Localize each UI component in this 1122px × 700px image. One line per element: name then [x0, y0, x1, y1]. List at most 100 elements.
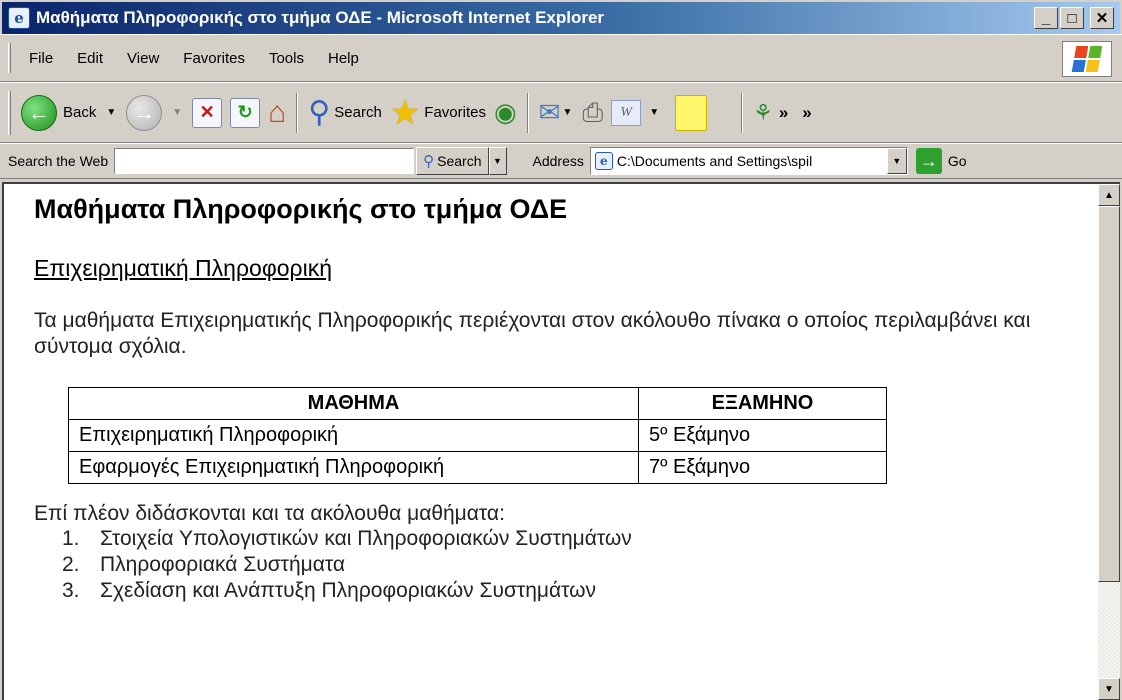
messenger-button[interactable]: ⚘ »: [749, 90, 792, 136]
go-label: Go: [947, 153, 967, 169]
toolbar-overflow-chevron-right[interactable]: »: [802, 103, 811, 123]
mail-icon: ✉: [538, 97, 561, 127]
refresh-button[interactable]: ↻: [226, 90, 264, 136]
window-title: Μαθήματα Πληροφορικής στο τμήμα ΟΔΕ - Mi…: [36, 8, 605, 27]
media-icon: ◉: [493, 97, 517, 127]
list-item-number: 3.: [62, 579, 80, 602]
toolbar-separator: [741, 92, 744, 133]
search-small-icon: ⚲: [423, 153, 435, 170]
forward-arrow-icon: →: [126, 94, 163, 131]
search-icon: ⚲: [308, 96, 331, 129]
courses-list: 1. Στοιχεία Υπολογιστικών και Πληροφορια…: [62, 526, 1084, 605]
list-item-text: Σχεδίαση και Ανάπτυξη Πληροφοριακών Συστ…: [100, 579, 597, 602]
scroll-thumb[interactable]: [1098, 206, 1120, 582]
courses-table: ΜΑΘΗΜΑ ΕΞΑΜΗΝΟ Επιχειρηματική Πληροφορικ…: [68, 386, 887, 484]
toolbar-grip[interactable]: [8, 90, 11, 135]
go-button[interactable]: → Go: [915, 148, 967, 174]
list-item: 2. Πληροφοριακά Συστήματα: [62, 552, 1084, 578]
media-button[interactable]: ◉: [490, 90, 521, 136]
address-bar: Search the Web ⚲ Search ▼ Address e C:\D…: [0, 143, 1122, 179]
search-web-input[interactable]: [114, 148, 415, 174]
scroll-up-button[interactable]: ▲: [1098, 184, 1120, 206]
address-dropdown-icon[interactable]: ▼: [886, 148, 907, 174]
standard-toolbar: ← Back ▼ → ▼ ✕ ↻ ⌂ ⚲ Search ★ Favorites …: [0, 82, 1122, 143]
list-item: 1. Στοιχεία Υπολογιστικών και Πληροφορια…: [62, 526, 1084, 552]
table-cell-semester: 5º Εξάμηνο: [638, 418, 887, 452]
edit-word-button[interactable]: W ▼: [607, 90, 671, 136]
table-cell-course: Επιχειρηματική Πληροφορική: [68, 418, 639, 452]
stop-button[interactable]: ✕: [188, 90, 226, 136]
back-label: Back: [63, 104, 97, 121]
note-icon: [675, 94, 708, 131]
toolbar-overflow-chevron[interactable]: »: [779, 103, 788, 123]
more-courses-paragraph: Επί πλέον διδάσκονται και τα ακόλουθα μα…: [34, 501, 505, 525]
table-header-course: ΜΑΘΗΜΑ: [68, 386, 639, 420]
menu-bar: File Edit View Favorites Tools Help: [0, 34, 1122, 82]
page-title: Μαθήματα Πληροφορικής στο τμήμα ΟΔΕ: [34, 194, 568, 224]
toolbar-separator: [526, 92, 529, 133]
table-header-row: ΜΑΘΗΜΑ ΕΞΑΜΗΝΟ: [68, 386, 887, 420]
forward-button[interactable]: →: [122, 90, 166, 136]
address-label: Address: [532, 153, 584, 169]
menu-file[interactable]: File: [17, 50, 65, 67]
intro-paragraph: Τα μαθήματα Επιχειρηματικής Πληροφορικής…: [34, 309, 1031, 359]
table-cell-course: Εφαρμογές Επιχειρηματική Πληροφορική: [68, 450, 639, 484]
forward-dropdown-icon[interactable]: ▼: [172, 107, 182, 118]
table-cell-semester: 7º Εξάμηνο: [638, 450, 887, 484]
discuss-button[interactable]: [671, 90, 711, 136]
mail-dropdown-icon: ▼: [562, 107, 573, 118]
mail-button[interactable]: ✉ ▼: [535, 90, 579, 136]
refresh-icon: ↻: [230, 97, 261, 128]
page-viewport: Μαθήματα Πληροφορικής στο τμήμα ΟΔΕ Επιχ…: [2, 182, 1120, 700]
back-arrow-icon: ←: [21, 94, 57, 131]
list-item: 3. Σχεδίαση και Ανάπτυξη Πληροφοριακών Σ…: [62, 578, 1084, 604]
page-content: Μαθήματα Πληροφορικής στο τμήμα ΟΔΕ Επιχ…: [34, 194, 1084, 604]
table-row: Επιχειρηματική Πληροφορική 5º Εξάμηνο: [68, 418, 887, 452]
section-heading: Επιχειρηματική Πληροφορική: [34, 255, 333, 281]
address-input[interactable]: e C:\Documents and Settings\spil ▼: [589, 147, 908, 175]
back-button[interactable]: ← Back: [17, 90, 100, 136]
maximize-button[interactable]: □: [1060, 7, 1084, 29]
go-arrow-icon: →: [915, 148, 942, 174]
menu-tools[interactable]: Tools: [257, 50, 316, 67]
table-header-semester: ΕΞΑΜΗΝΟ: [638, 386, 887, 420]
back-dropdown-icon[interactable]: ▼: [106, 107, 116, 118]
favorites-star-icon: ★: [389, 93, 421, 132]
word-icon: W: [611, 99, 642, 126]
print-button[interactable]: ⎙: [578, 90, 607, 136]
ie-icon: e: [8, 7, 30, 29]
menu-grip[interactable]: [8, 43, 11, 73]
menu-view[interactable]: View: [115, 50, 171, 67]
title-bar: e Μαθήματα Πληροφορικής στο τμήμα ΟΔΕ - …: [0, 0, 1122, 34]
list-item-text: Στοιχεία Υπολογιστικών και Πληροφοριακών…: [100, 526, 632, 550]
favorites-label: Favorites: [424, 104, 486, 121]
home-button[interactable]: ⌂: [264, 90, 290, 136]
window-controls: _ □ ✕: [1034, 7, 1114, 29]
list-item-number: 2.: [62, 552, 80, 576]
menu-edit[interactable]: Edit: [65, 50, 115, 67]
table-row: Εφαρμογές Επιχειρηματική Πληροφορική 7º …: [68, 450, 887, 484]
home-icon: ⌂: [268, 95, 287, 129]
address-value: C:\Documents and Settings\spil: [616, 153, 813, 169]
search-web-dropdown-icon[interactable]: ▼: [488, 147, 507, 175]
list-item-text: Πληροφοριακά Συστήματα: [100, 552, 346, 576]
page-icon: e: [594, 152, 613, 170]
menu-help[interactable]: Help: [316, 50, 371, 67]
list-item-number: 1.: [62, 526, 80, 550]
menu-favorites[interactable]: Favorites: [171, 50, 257, 67]
search-toolbar-label: Search: [334, 104, 382, 121]
minimize-button[interactable]: _: [1034, 7, 1058, 29]
vertical-scrollbar[interactable]: ▲ ▼: [1098, 184, 1120, 700]
search-web-button[interactable]: ⚲ Search: [416, 147, 489, 175]
scroll-down-button[interactable]: ▼: [1098, 678, 1120, 700]
toolbar-separator: [296, 92, 299, 133]
search-web-label: Search the Web: [8, 153, 109, 169]
search-web-button-label: Search: [437, 153, 482, 169]
edit-dropdown-icon: ▼: [649, 107, 660, 118]
windows-logo-icon: [1062, 41, 1112, 77]
favorites-button[interactable]: ★ Favorites: [386, 90, 490, 136]
search-toolbar-button[interactable]: ⚲ Search: [304, 90, 386, 136]
close-button[interactable]: ✕: [1090, 7, 1114, 29]
stop-icon: ✕: [192, 97, 223, 128]
print-icon: ⎙: [582, 96, 604, 127]
